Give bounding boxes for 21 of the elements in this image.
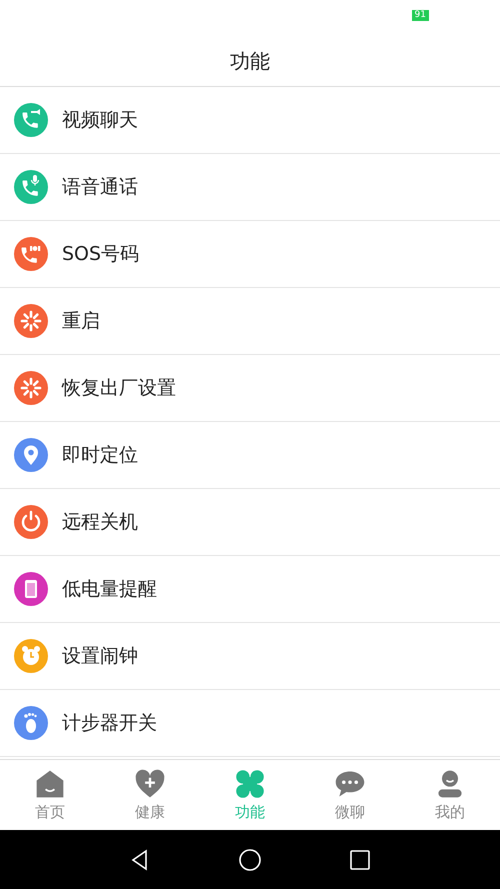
home-icon	[34, 768, 66, 800]
tab[interactable]: 健康	[100, 760, 200, 830]
function-item[interactable]: 语音通话	[0, 154, 500, 221]
battery-level: 91	[412, 10, 429, 21]
function-item[interactable]: 计步器开关	[0, 690, 500, 757]
tab[interactable]: 微聊	[300, 760, 400, 830]
tab[interactable]: 首页	[0, 760, 100, 830]
function-item[interactable]: 视频聊天	[0, 87, 500, 154]
function-item[interactable]: 重启	[0, 288, 500, 355]
home-circle-icon[interactable]	[238, 848, 262, 872]
function-item[interactable]: 设置闹钟	[0, 623, 500, 690]
function-item[interactable]: 远程关机	[0, 489, 500, 556]
page-title: 功能	[230, 48, 270, 74]
function-item[interactable]: SOS号码	[0, 221, 500, 288]
clover-icon	[234, 768, 266, 800]
function-item[interactable]: 即时定位	[0, 422, 500, 489]
recent-apps-icon[interactable]	[348, 848, 372, 872]
tab[interactable]: 我的	[400, 760, 500, 830]
heart-plus-icon	[134, 768, 166, 800]
function-item[interactable]: 恢复出厂设置	[0, 355, 500, 422]
function-item[interactable]: 低电量提醒	[0, 556, 500, 623]
